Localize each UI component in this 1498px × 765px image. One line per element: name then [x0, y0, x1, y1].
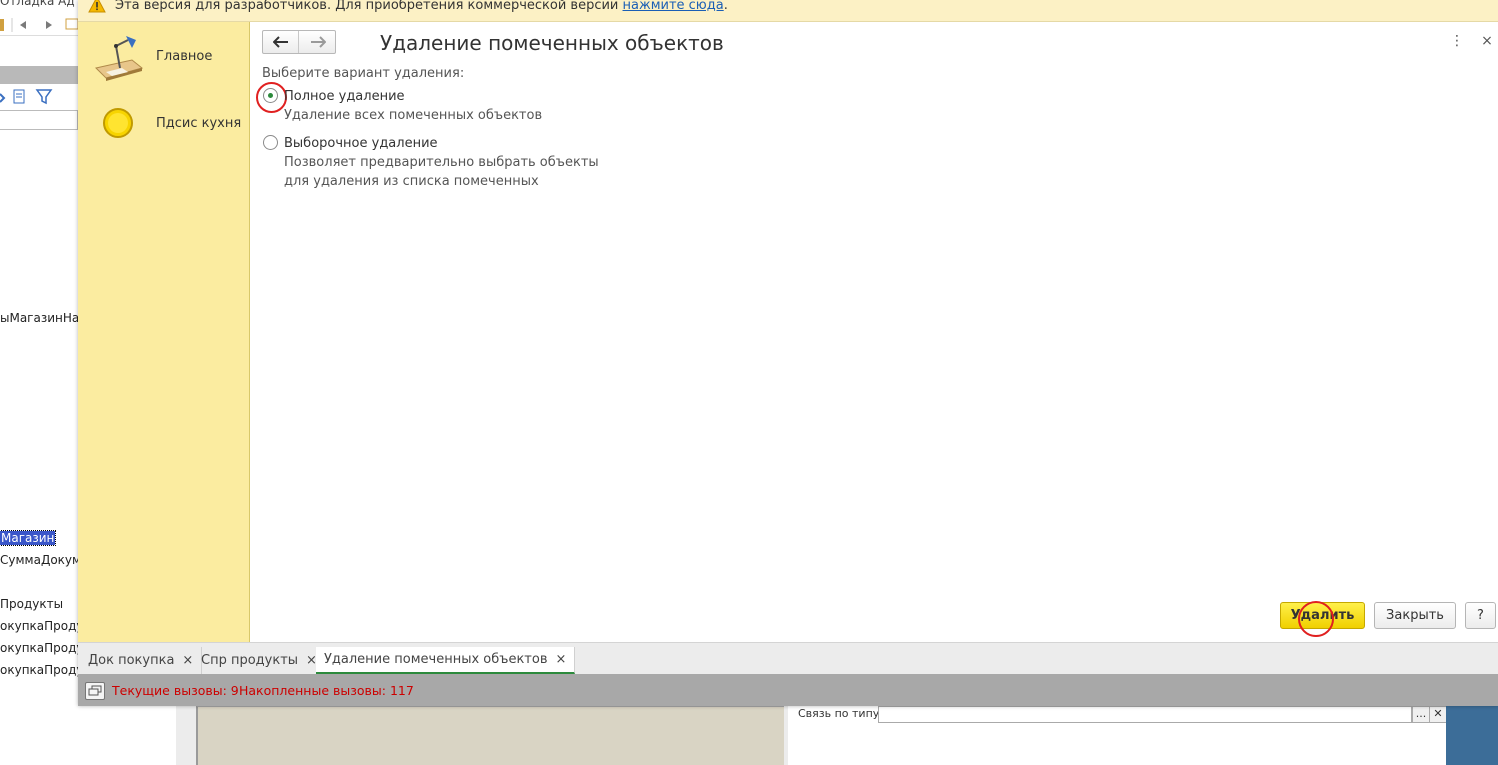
forward-button[interactable] [300, 31, 336, 53]
yellow-circle-icon [103, 108, 133, 138]
full-delete-description: Удаление всех помеченных объектов [284, 108, 543, 123]
tab-label: Док покупка [88, 653, 175, 668]
background-toolbar [0, 14, 78, 36]
sidebar-item-label: Главное [156, 49, 213, 64]
open-windows-tabs: Док покупка × Спр продукты × Удаление по… [78, 642, 1498, 674]
selective-delete-description: Позволяет предварительно выбрать объекты [284, 155, 599, 170]
code-line: СуммаДокумен [0, 553, 78, 567]
close-icon[interactable]: × [1479, 32, 1495, 50]
help-button[interactable]: ? [1465, 602, 1496, 629]
background-blue-panel [1446, 706, 1498, 765]
developer-version-banner: Эта версия для разработчиков. Для приобр… [78, 0, 1498, 22]
deletion-mode-prompt: Выберите вариант удаления: [262, 66, 465, 81]
tab-label: Спр продукты [201, 653, 299, 668]
status-bar: Текущие вызовы: 9 Накопленные вызовы: 11… [78, 674, 1498, 706]
tab-doc-purchase[interactable]: Док покупка × [80, 647, 203, 674]
sidebar-item-kitchen[interactable]: Пдсис кухня [78, 94, 250, 154]
history-nav [262, 30, 336, 54]
tab-products-catalog[interactable]: Спр продукты × [193, 647, 326, 674]
window-stack-icon [88, 685, 102, 696]
code-line: окупкаПродук [0, 663, 78, 677]
selective-delete-description: для удаления из списка помеченных [284, 174, 539, 189]
background-beige-panel [196, 706, 784, 765]
selective-delete-label[interactable]: Выборочное удаление [284, 136, 438, 151]
current-calls: Текущие вызовы: 9 [112, 683, 239, 698]
sidebar-item-main[interactable]: Главное [78, 26, 250, 86]
background-window-bottom: Связь по типу ... ✕ [176, 706, 1498, 765]
banner-text: Эта версия для разработчиков. Для приобр… [115, 0, 619, 13]
background-gray-bar [0, 66, 78, 84]
close-button[interactable]: Закрыть [1374, 602, 1456, 629]
sections-sidebar: Главное Пдсис кухня [78, 22, 250, 642]
background-input [0, 110, 78, 130]
tab-close-icon[interactable]: × [555, 652, 566, 667]
link-by-type-label: Связь по типу [798, 707, 880, 720]
code-line: окупкаПродук [0, 619, 78, 633]
background-list-toolbar [0, 86, 78, 108]
code-line: окупкаПродук [0, 641, 78, 655]
code-line-selected: Магазин [0, 530, 57, 546]
tab-close-icon[interactable]: × [182, 653, 193, 668]
more-icon[interactable]: ⋮ [1449, 32, 1465, 50]
banner-text-wrap: Эта версия для разработчиков. Для приобр… [115, 0, 728, 13]
selective-delete-radio[interactable] [263, 135, 278, 150]
tab-delete-marked-objects[interactable]: Удаление помеченных объектов × [316, 647, 576, 674]
form-content: Удаление помеченных объектов ⋮ × Выберит… [250, 22, 1498, 642]
ellipsis-button[interactable]: ... [1412, 706, 1430, 723]
windows-icon[interactable] [85, 682, 105, 700]
buy-link[interactable]: нажмите сюда [623, 0, 724, 13]
arrow-left-icon [272, 36, 288, 48]
full-delete-radio[interactable] [263, 88, 278, 103]
code-line: ыМагазинНазва [0, 311, 78, 325]
delete-button[interactable]: Удалить [1280, 602, 1365, 629]
main-window: Эта версия для разработчиков. Для приобр… [78, 0, 1498, 706]
desk-lamp-icon [95, 36, 144, 81]
clear-button[interactable]: ✕ [1429, 706, 1447, 723]
warning-icon [88, 0, 106, 13]
sidebar-item-label: Пдсис кухня [156, 116, 242, 131]
code-line: Продукты [0, 597, 64, 611]
background-window-left: Отладка Ад ыМагазинНазва Магазин СуммаДо… [0, 0, 78, 765]
background-toolbar-icons [0, 18, 78, 32]
link-by-type-input[interactable] [878, 706, 1412, 723]
tab-label: Удаление помеченных объектов [324, 652, 548, 667]
page-title: Удаление помеченных объектов [380, 31, 724, 55]
back-button[interactable] [263, 31, 299, 53]
filter-icon [0, 89, 53, 105]
full-delete-label[interactable]: Полное удаление [284, 89, 405, 104]
banner-suffix: . [723, 0, 728, 13]
arrow-right-icon [311, 36, 326, 48]
background-menu-fragment: Отладка Ад [0, 0, 75, 8]
accumulated-calls: Накопленные вызовы: 117 [239, 683, 414, 698]
background-properties-panel: Связь по типу ... ✕ [788, 706, 1447, 765]
